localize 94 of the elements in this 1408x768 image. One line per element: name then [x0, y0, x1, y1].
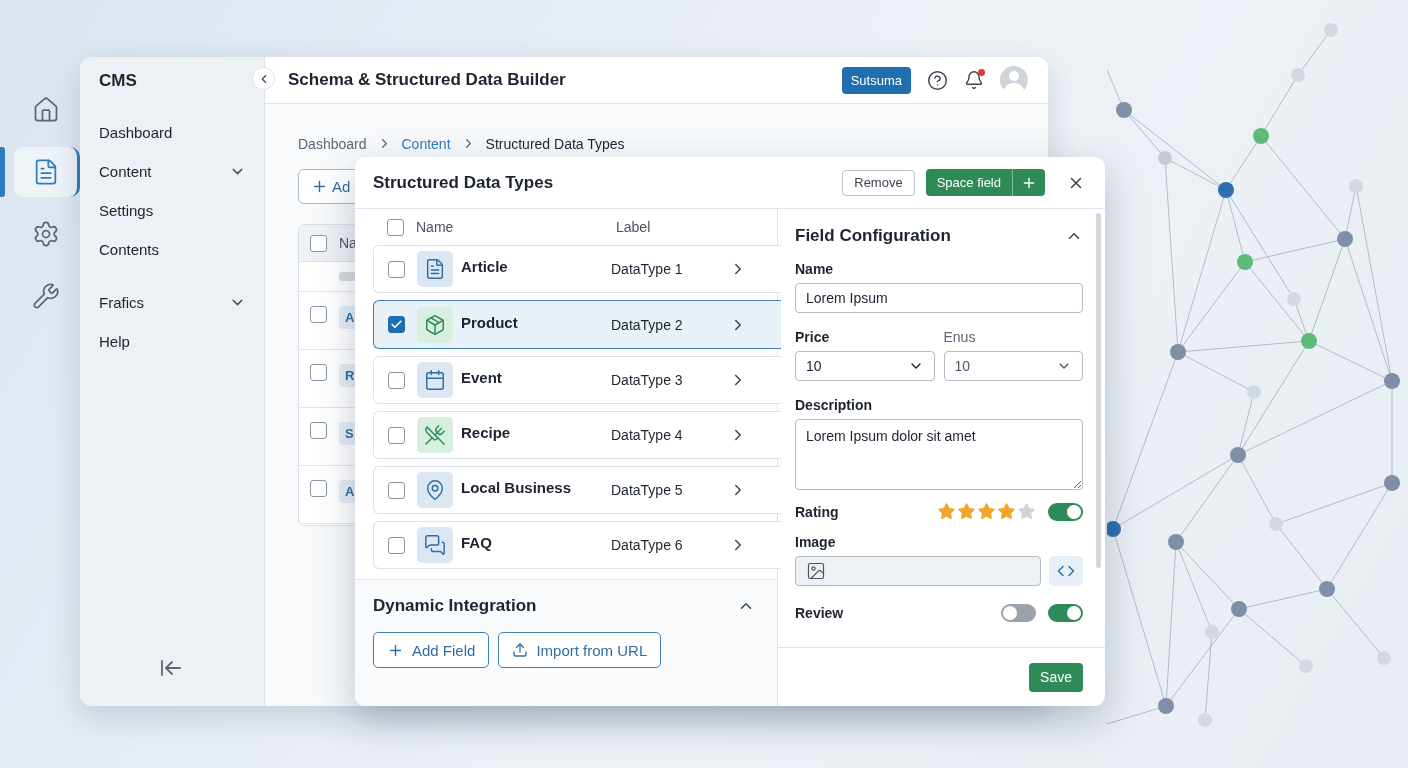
type-label: DataType 1 [611, 261, 684, 277]
sidebar-label: Help [99, 333, 130, 350]
checkbox[interactable] [310, 422, 327, 439]
star-rating[interactable] [937, 502, 1036, 521]
star-icon [957, 502, 976, 521]
data-type-row[interactable]: FAQ DataType 6 [373, 521, 781, 569]
sidebar-item[interactable]: Frafics [99, 283, 264, 322]
description-field[interactable]: Lorem Ipsum dolor sit amet [795, 419, 1083, 490]
scrollbar[interactable] [1096, 213, 1101, 568]
breadcrumb-link[interactable]: Content [401, 135, 451, 152]
field-label: Rating [795, 503, 840, 520]
type-name: Product [461, 313, 519, 331]
breadcrumb-item: Dashboard [298, 135, 367, 152]
sidebar-label: Frafics [99, 294, 144, 311]
type-label: DataType 5 [611, 482, 684, 498]
toggle-switch[interactable] [1001, 604, 1036, 622]
document-icon [417, 251, 453, 287]
rail-button[interactable] [14, 147, 80, 197]
panel-title: Field Configuration [795, 226, 951, 246]
sidebar-label: Settings [99, 202, 154, 219]
data-type-row[interactable]: Article DataType 1 [373, 245, 781, 293]
data-type-row[interactable]: Local Business DataType 5 [373, 466, 781, 514]
checkbox[interactable] [388, 426, 405, 444]
field-label: Name [795, 261, 835, 277]
help-icon[interactable] [927, 69, 948, 91]
upload-icon [512, 642, 529, 658]
checkbox[interactable] [387, 218, 404, 236]
checkbox[interactable] [310, 234, 327, 252]
field-label: Price [795, 329, 831, 345]
app-title: CMS [99, 71, 137, 92]
type-name: Recipe [461, 424, 512, 441]
breadcrumb-item: Structured Data Types [485, 135, 625, 152]
name-field[interactable]: Lorem Ipsum [795, 283, 1083, 313]
checkbox[interactable] [388, 481, 405, 499]
star-icon [1017, 502, 1036, 521]
sidebar-label: Content [99, 163, 152, 180]
type-name: Article [461, 258, 509, 275]
plus-icon [311, 178, 328, 195]
image-field[interactable] [795, 556, 1041, 586]
add-button[interactable] [1012, 169, 1045, 196]
checkbox[interactable] [310, 306, 327, 323]
sidebar-label: Dashboard [99, 124, 173, 141]
checkbox[interactable] [388, 536, 405, 554]
notification-bell[interactable] [964, 70, 984, 90]
sidebar-item[interactable]: Settings [99, 191, 264, 230]
space-field-button[interactable]: Space field [925, 169, 1012, 196]
checkbox[interactable] [310, 480, 327, 497]
type-label: DataType 2 [611, 316, 684, 333]
field-label: Review [795, 605, 845, 621]
star-icon [977, 502, 996, 521]
chat-icon [417, 527, 453, 563]
data-type-row[interactable]: Product DataType 2 [373, 300, 781, 349]
star-icon [937, 502, 956, 521]
box-icon [417, 306, 453, 343]
image-icon [806, 561, 826, 581]
checkbox[interactable] [388, 371, 405, 389]
utensils-icon [417, 417, 453, 453]
code-button[interactable] [1049, 556, 1083, 586]
type-label: DataType 6 [611, 537, 684, 553]
sidebar-item[interactable]: Contents [99, 230, 264, 269]
check-icon [390, 318, 403, 331]
map-pin-icon [417, 472, 453, 508]
checkbox[interactable] [310, 364, 327, 381]
data-type-row[interactable]: Event DataType 3 [373, 356, 781, 404]
type-name: FAQ [461, 534, 493, 551]
toggle-switch[interactable] [1048, 502, 1083, 521]
sidebar-label: Contents [99, 241, 160, 258]
type-name: Local Business [461, 479, 573, 496]
field-label: Image [795, 534, 837, 550]
remove-button[interactable]: Remove [842, 169, 915, 196]
import-button[interactable]: Import from URL [498, 632, 662, 668]
type-label: DataType 4 [611, 427, 684, 443]
type-label: DataType 3 [611, 372, 684, 388]
add-field-button[interactable]: Add Field [373, 632, 490, 668]
workspace-button[interactable]: Sutsuma [841, 66, 911, 94]
calendar-icon [417, 362, 453, 398]
page-title: Schema & Structured Data Builder [288, 70, 567, 90]
column-header: Label [616, 219, 651, 235]
field-label: Enus [943, 329, 977, 345]
toggle-switch[interactable] [1048, 604, 1083, 622]
sidebar-item[interactable]: Content [99, 152, 264, 191]
star-icon [997, 502, 1016, 521]
checkbox[interactable] [388, 260, 405, 278]
column-header: Name [416, 219, 455, 235]
field-label: Description [795, 397, 873, 413]
checkbox[interactable] [388, 316, 405, 333]
sidebar-item[interactable]: Help [99, 322, 264, 361]
price-select[interactable]: 10 [795, 351, 935, 381]
save-button[interactable]: Save [1029, 662, 1083, 692]
data-type-row[interactable]: Recipe DataType 4 [373, 411, 781, 459]
wrench-icon [31, 282, 60, 310]
sidebar-item[interactable]: Dashboard [99, 113, 264, 152]
type-name: Event [461, 369, 503, 386]
section-title: Dynamic Integration [373, 596, 537, 616]
